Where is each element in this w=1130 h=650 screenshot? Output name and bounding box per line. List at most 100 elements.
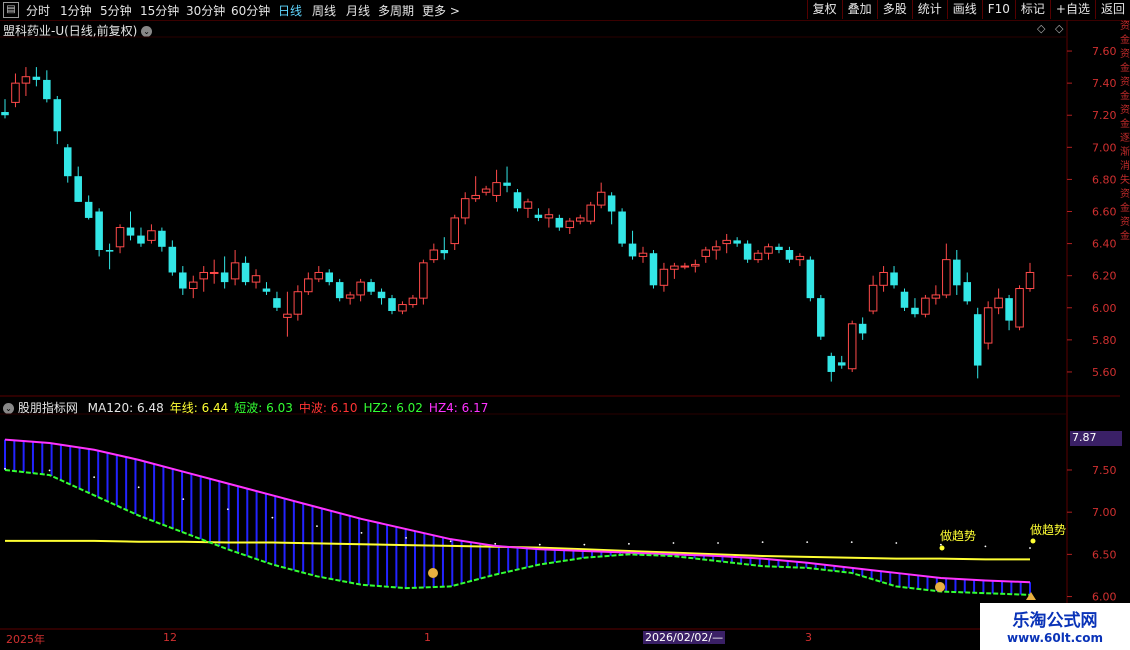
- ma120-dot: [850, 541, 853, 544]
- candle-body: [189, 281, 198, 290]
- candle-body: [879, 271, 888, 286]
- candle-body: [283, 313, 292, 318]
- y-tick-label: 6.00: [1092, 591, 1117, 604]
- y-tick-label: 7.00: [1092, 141, 1117, 154]
- trend-annotation: 做趋势: [940, 529, 977, 543]
- ma120-dot: [316, 525, 318, 528]
- ma120-dot: [137, 486, 140, 489]
- candle-body: [953, 259, 961, 286]
- candle-body: [199, 271, 208, 280]
- y-tick-label: 6.00: [1092, 302, 1117, 315]
- candle-body: [806, 259, 815, 299]
- hz2-line: [4, 468, 1031, 596]
- ma120-dot: [494, 542, 497, 545]
- candle-body: [251, 275, 261, 283]
- ma120-dot: [895, 542, 898, 544]
- y-tick-label: 7.20: [1092, 109, 1117, 122]
- candle-body: [398, 304, 407, 312]
- candle-body: [53, 99, 62, 132]
- candle-body: [304, 278, 313, 293]
- candle-body: [1015, 288, 1024, 328]
- candle-body: [84, 201, 93, 218]
- candle-body: [43, 79, 51, 100]
- candle-body: [618, 211, 626, 244]
- ma120-dot: [672, 542, 675, 544]
- candle-body: [262, 288, 271, 292]
- y-tick-label: 7.50: [1092, 464, 1117, 477]
- ma120-dot: [761, 541, 764, 544]
- candle-body: [377, 291, 386, 299]
- indicator-value-tag: 7.87: [1070, 431, 1122, 446]
- y-tick-label: 7.00: [1092, 506, 1117, 519]
- candle-body: [325, 272, 333, 283]
- candle-body: [607, 195, 616, 212]
- candle-body: [963, 282, 972, 302]
- candle-body: [388, 298, 396, 311]
- ma120-dot: [271, 516, 274, 519]
- candle-body: [733, 240, 741, 244]
- y-tick-label: 6.80: [1092, 173, 1117, 186]
- side-info-strip: 资金资金资金资金逐渐消失资金资金: [1120, 21, 1130, 242]
- ma120-dot: [360, 531, 363, 534]
- candle-body: [21, 76, 31, 84]
- candle-body: [126, 227, 135, 236]
- y-tick-label: 7.40: [1092, 77, 1117, 90]
- candle-body: [1005, 298, 1013, 321]
- ma120-dot: [449, 540, 452, 543]
- candle-body: [492, 182, 501, 196]
- x-axis-label: 1: [424, 631, 431, 644]
- candle-body: [638, 252, 648, 257]
- candle-body: [983, 307, 993, 344]
- candle-body: [711, 246, 721, 251]
- candle-body: [555, 217, 564, 228]
- candle-body: [408, 297, 418, 306]
- ma120-dot: [182, 498, 185, 501]
- candle-body: [628, 243, 637, 257]
- candle-body: [921, 297, 930, 315]
- candle-body: [994, 297, 1003, 309]
- watermark-url: www.60lt.com: [1006, 631, 1104, 645]
- candle-body: [115, 227, 125, 248]
- candle-body: [513, 192, 522, 209]
- candle-body: [450, 217, 460, 245]
- candle-body: [837, 362, 846, 366]
- candle-body: [795, 255, 805, 261]
- x-axis-label: 12: [163, 631, 177, 644]
- ma120-dot: [93, 476, 96, 479]
- candle-body: [973, 314, 982, 366]
- money-bag-icon: [935, 582, 945, 592]
- candle-body: [471, 194, 480, 200]
- kline-chart[interactable]: 7.60 7.40 7.20 7.00 6.80 6.60 6.40 6.20 6.00 5.80…: [0, 0, 1130, 650]
- candle-body: [942, 259, 951, 296]
- candle-body: [817, 298, 825, 337]
- candle-body: [890, 272, 898, 286]
- candle-body: [345, 294, 355, 299]
- signal-dot: [1030, 538, 1036, 544]
- candle-body: [775, 246, 783, 251]
- ma120-dot: [226, 508, 229, 511]
- candle-body: [544, 214, 554, 219]
- candle-body: [1025, 271, 1035, 290]
- y-tick-label: 5.60: [1092, 366, 1117, 379]
- candle-body: [722, 239, 731, 245]
- candle-body: [1, 112, 9, 116]
- y-tick-label: 6.50: [1092, 548, 1117, 561]
- ma120-dot: [583, 543, 586, 546]
- ma120-dot: [939, 543, 942, 546]
- candle-body: [74, 176, 82, 202]
- candle-body: [356, 281, 365, 296]
- candle-body: [440, 250, 449, 254]
- watermark-title: 乐淘公式网: [1012, 611, 1098, 631]
- ma120-dot: [984, 545, 987, 548]
- ma120-dot: [405, 537, 407, 539]
- ma120-dot: [4, 467, 6, 470]
- candle-body: [691, 263, 700, 267]
- candle-body: [523, 201, 533, 209]
- y-tick-label: 5.80: [1092, 334, 1117, 347]
- ma120-dot: [538, 543, 541, 546]
- warning-icon: [1026, 592, 1036, 600]
- y-tick-label: 6.40: [1092, 238, 1117, 251]
- candle-body: [429, 249, 439, 261]
- candle-body: [293, 291, 303, 315]
- candle-body: [95, 211, 103, 251]
